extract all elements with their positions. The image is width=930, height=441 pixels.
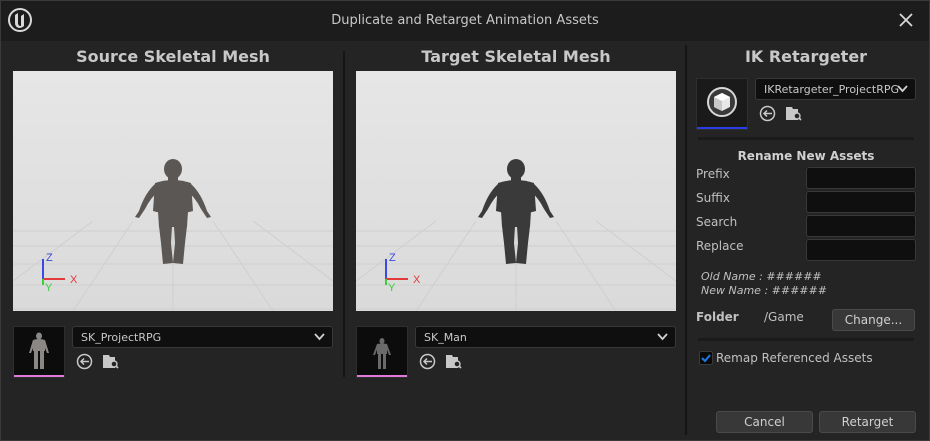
thumbnail-underline (697, 127, 747, 129)
target-mesh-value: SK_Man (424, 331, 467, 344)
source-heading: Source Skeletal Mesh (76, 47, 270, 66)
search-label: Search (696, 215, 738, 229)
close-icon[interactable] (897, 11, 915, 29)
remap-checkbox[interactable] (699, 351, 713, 365)
svg-text:Z: Z (389, 252, 396, 264)
chevron-down-icon (314, 333, 325, 341)
section-divider (698, 137, 914, 140)
target-mesh-thumbnail[interactable] (356, 326, 408, 378)
window-title: Duplicate and Retarget Animation Assets (331, 13, 599, 28)
change-folder-button[interactable]: Change... (832, 309, 915, 331)
target-viewport[interactable]: Z X Y (356, 71, 676, 311)
browse-asset-icon[interactable] (102, 353, 119, 370)
svg-text:Z: Z (46, 252, 53, 264)
svg-text:X: X (413, 274, 421, 286)
use-selected-asset-icon[interactable] (759, 105, 776, 122)
retarget-dialog: Duplicate and Retarget Animation Assets … (0, 0, 930, 441)
replace-label: Replace (696, 239, 744, 253)
use-selected-asset-icon[interactable] (419, 353, 436, 370)
thumbnail-underline (357, 375, 407, 377)
cube-icon (707, 87, 737, 117)
folder-label: Folder (696, 310, 739, 324)
cancel-button[interactable]: Cancel (716, 411, 813, 433)
source-mesh-thumbnail[interactable] (13, 326, 65, 378)
search-input[interactable] (806, 215, 916, 237)
new-name-preview: New Name : ###### (701, 284, 827, 297)
svg-text:Y: Y (388, 282, 396, 294)
use-selected-asset-icon[interactable] (76, 353, 93, 370)
folder-path: /Game (764, 310, 804, 324)
section-divider (698, 338, 914, 341)
pane-divider (343, 51, 345, 377)
svg-text:Y: Y (45, 282, 53, 294)
ik-retargeter-value: IKRetargeter_ProjectRPG (764, 83, 900, 96)
source-mesh-dropdown[interactable]: SK_ProjectRPG (72, 326, 333, 348)
target-mesh-dropdown[interactable]: SK_Man (415, 326, 676, 348)
remap-label[interactable]: Remap Referenced Assets (716, 351, 873, 365)
rename-heading: Rename New Assets (737, 149, 875, 163)
suffix-input[interactable] (806, 191, 916, 213)
ik-retargeter-dropdown[interactable]: IKRetargeter_ProjectRPG (755, 78, 916, 100)
thumbnail-underline (14, 375, 64, 377)
browse-asset-icon[interactable] (785, 105, 802, 122)
old-name-preview: Old Name : ###### (701, 270, 822, 283)
chevron-down-icon (897, 85, 908, 93)
source-viewport[interactable]: Z X Y (13, 71, 333, 311)
suffix-label: Suffix (696, 191, 730, 205)
svg-text:X: X (70, 274, 78, 286)
ik-retargeter-heading: IK Retargeter (744, 47, 868, 66)
prefix-input[interactable] (806, 167, 916, 189)
retarget-button[interactable]: Retarget (819, 411, 916, 433)
source-mesh-value: SK_ProjectRPG (81, 331, 162, 344)
title-bar: Duplicate and Retarget Animation Assets (1, 1, 929, 41)
ik-retargeter-thumbnail[interactable] (696, 78, 748, 130)
replace-input[interactable] (806, 239, 916, 261)
target-heading: Target Skeletal Mesh (421, 47, 611, 66)
chevron-down-icon (657, 333, 668, 341)
prefix-label: Prefix (696, 167, 730, 181)
pane-divider (685, 45, 687, 435)
browse-asset-icon[interactable] (445, 353, 462, 370)
checkmark-icon (701, 354, 711, 363)
